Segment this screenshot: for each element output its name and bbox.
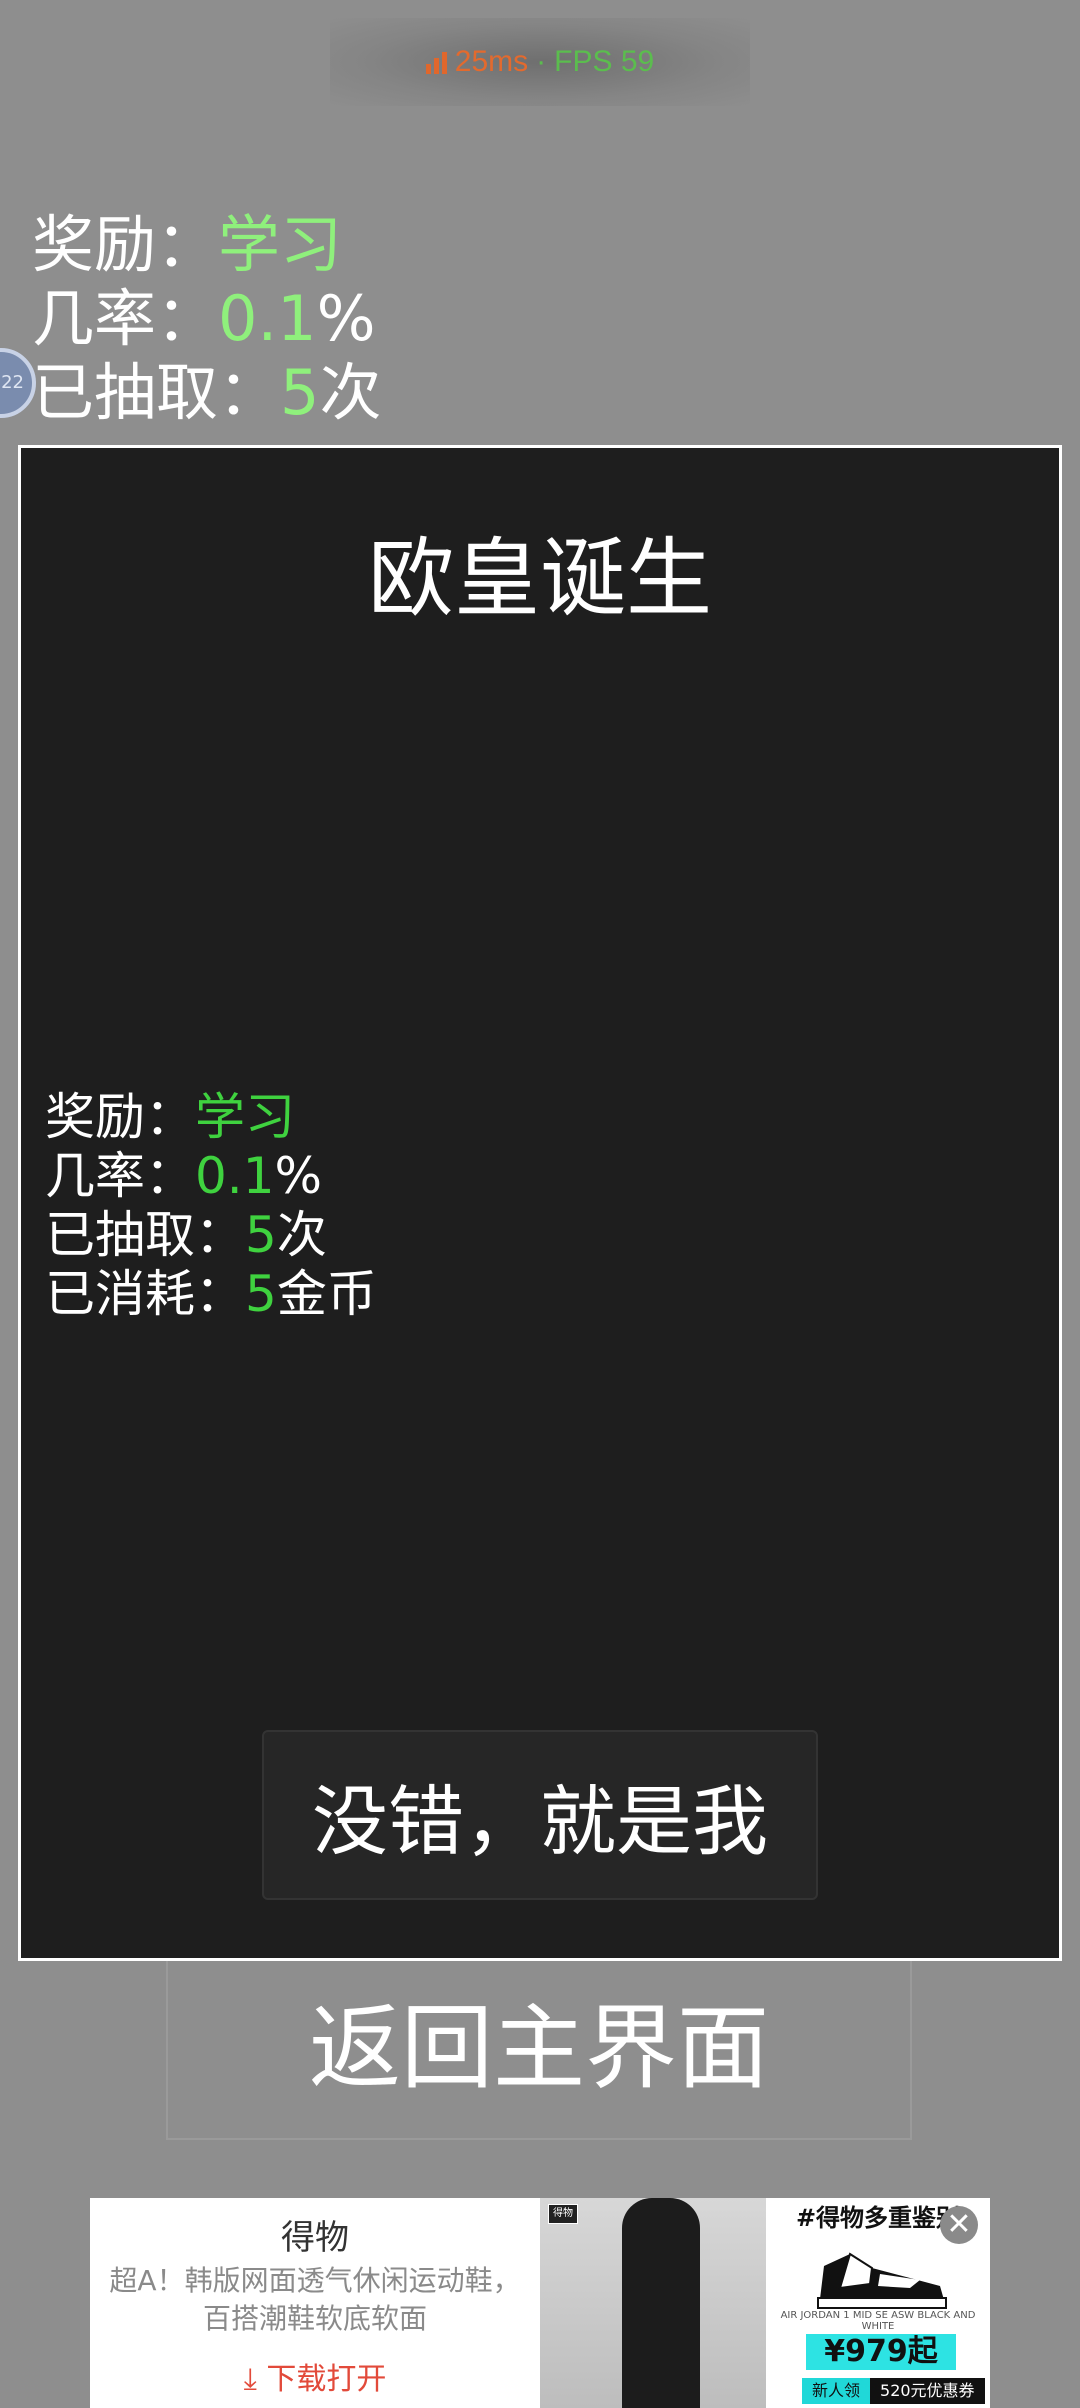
bg-draws-row: 已抽取：5次 bbox=[32, 356, 381, 430]
confirm-button[interactable]: 没错，就是我 bbox=[262, 1730, 818, 1900]
bg-draws-label: 已抽取： bbox=[32, 356, 281, 429]
ad-download-label: 下载打开 bbox=[266, 2362, 387, 2397]
ad-desc-line2: 百搭潮鞋软底软面 bbox=[202, 2302, 427, 2335]
dialog-stats: 奖励：学习 几率：0.1% 已抽取：5次 已消耗：5金币 bbox=[45, 1088, 377, 1324]
bg-draws-unit: 次 bbox=[319, 356, 382, 429]
ad-badge-coupon: 520元优惠券 bbox=[870, 2378, 985, 2404]
bg-draws-value: 5 bbox=[280, 356, 320, 429]
download-icon: ⤓ bbox=[243, 2362, 257, 2397]
ad-desc-line1: 超A！韩版网面透气休闲运动鞋， bbox=[109, 2264, 521, 2297]
bg-reward-row: 奖励：学习 bbox=[32, 208, 381, 282]
spent-row: 已消耗：5金币 bbox=[45, 1265, 377, 1324]
ad-price: ¥979起 bbox=[806, 2334, 956, 2370]
bg-chance-row: 几率：0.1% bbox=[32, 282, 381, 356]
ad-photo-logo: 得物 bbox=[548, 2204, 578, 2224]
chance-unit: % bbox=[274, 1147, 323, 1205]
bg-chance-value: 0.1 bbox=[218, 282, 317, 355]
reward-value: 学习 bbox=[195, 1088, 295, 1146]
reward-row: 奖励：学习 bbox=[45, 1088, 377, 1147]
network-status-bar: 25ms · FPS 59 bbox=[330, 18, 750, 106]
ad-product-name: AIR JORDAN 1 MID SE ASW BLACK AND WHITE bbox=[780, 2310, 976, 2332]
chance-row: 几率：0.1% bbox=[45, 1147, 377, 1206]
chance-label: 几率： bbox=[45, 1147, 195, 1205]
background-stats: 奖励：学习 几率：0.1% 已抽取：5次 bbox=[32, 208, 381, 430]
dialog-title: 欧皇诞生 bbox=[368, 529, 712, 629]
fps-text: FPS 59 bbox=[554, 45, 655, 78]
spent-label: 已消耗： bbox=[45, 1265, 245, 1323]
draws-value: 5 bbox=[245, 1206, 277, 1264]
bg-chance-label: 几率： bbox=[32, 282, 219, 355]
back-to-main-button[interactable]: 返回主界面 bbox=[166, 1940, 912, 2140]
ad-download-link[interactable]: ⤓ 下载打开 bbox=[90, 2354, 540, 2398]
ad-badge-new: 新人领 bbox=[802, 2378, 871, 2404]
floating-assistant-ball[interactable]: 22 bbox=[0, 348, 36, 418]
ad-model-figure bbox=[622, 2198, 700, 2408]
spent-value: 5 bbox=[245, 1265, 277, 1323]
bg-reward-value: 学习 bbox=[218, 208, 343, 281]
draws-label: 已抽取： bbox=[45, 1206, 245, 1264]
latency-text: 25ms bbox=[454, 45, 529, 78]
bg-chance-unit: % bbox=[316, 282, 376, 355]
ad-badges: 新人领 520元优惠券 bbox=[802, 2378, 985, 2404]
ad-banner[interactable]: 得物 超A！韩版网面透气休闲运动鞋， 百搭潮鞋软底软面 ⤓ 下载打开 得物 #得… bbox=[90, 2198, 990, 2408]
sneaker-icon bbox=[817, 2252, 947, 2309]
ad-close-icon[interactable]: ✕ bbox=[940, 2206, 978, 2244]
draws-unit: 次 bbox=[276, 1206, 327, 1264]
chance-value: 0.1 bbox=[195, 1147, 275, 1205]
ad-description: 超A！韩版网面透气休闲运动鞋， 百搭潮鞋软底软面 bbox=[90, 2262, 540, 2338]
draws-row: 已抽取：5次 bbox=[45, 1206, 377, 1265]
reward-label: 奖励： bbox=[45, 1088, 195, 1146]
status-separator: · bbox=[536, 45, 547, 78]
spent-unit: 金币 bbox=[276, 1265, 377, 1323]
ad-brand: 得物 bbox=[281, 2218, 349, 2258]
ad-photo: 得物 bbox=[540, 2198, 766, 2408]
bg-reward-label: 奖励： bbox=[32, 208, 219, 281]
result-dialog: 欧皇诞生 奖励：学习 几率：0.1% 已抽取：5次 已消耗：5金币 没错，就是我 bbox=[18, 445, 1062, 1961]
signal-icon bbox=[425, 50, 447, 74]
ad-text-block[interactable]: 得物 超A！韩版网面透气休闲运动鞋， 百搭潮鞋软底软面 ⤓ 下载打开 bbox=[90, 2198, 540, 2408]
